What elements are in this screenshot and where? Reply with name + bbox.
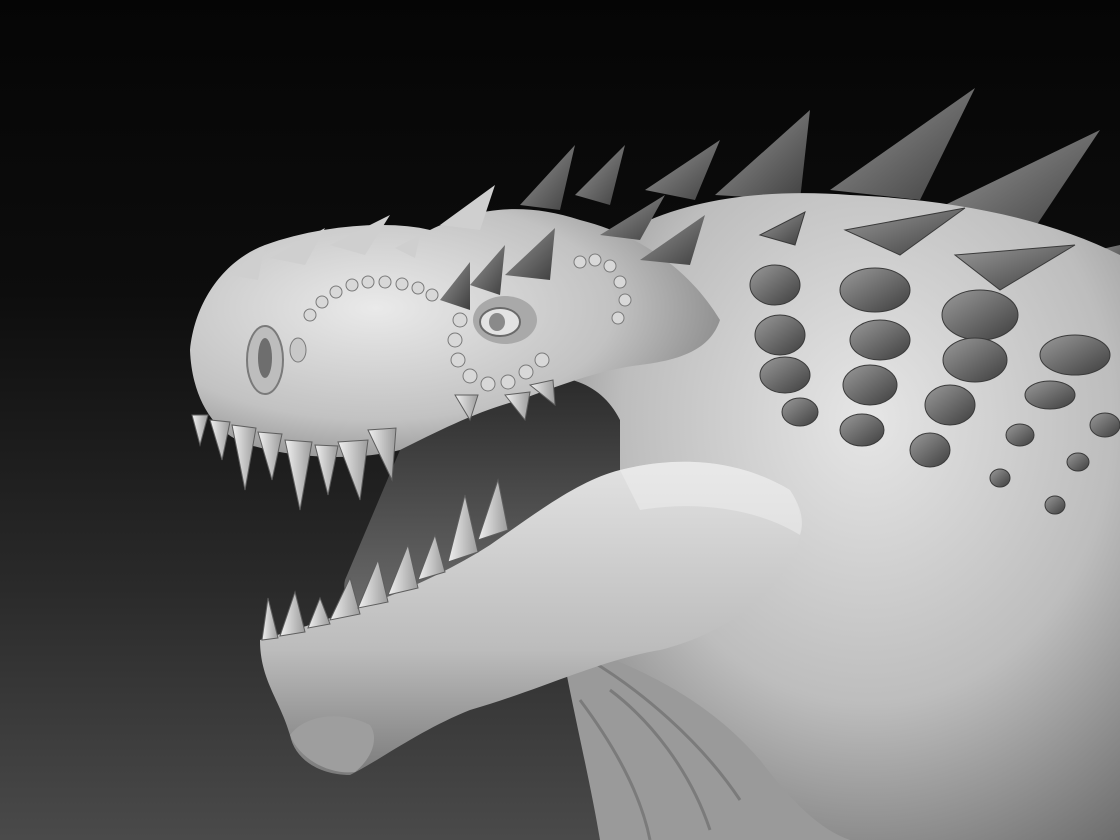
creature-sculpt-render	[190, 88, 1120, 840]
eye	[473, 296, 537, 344]
chin-scales	[290, 716, 375, 773]
sculpt-viewport	[0, 0, 1120, 840]
